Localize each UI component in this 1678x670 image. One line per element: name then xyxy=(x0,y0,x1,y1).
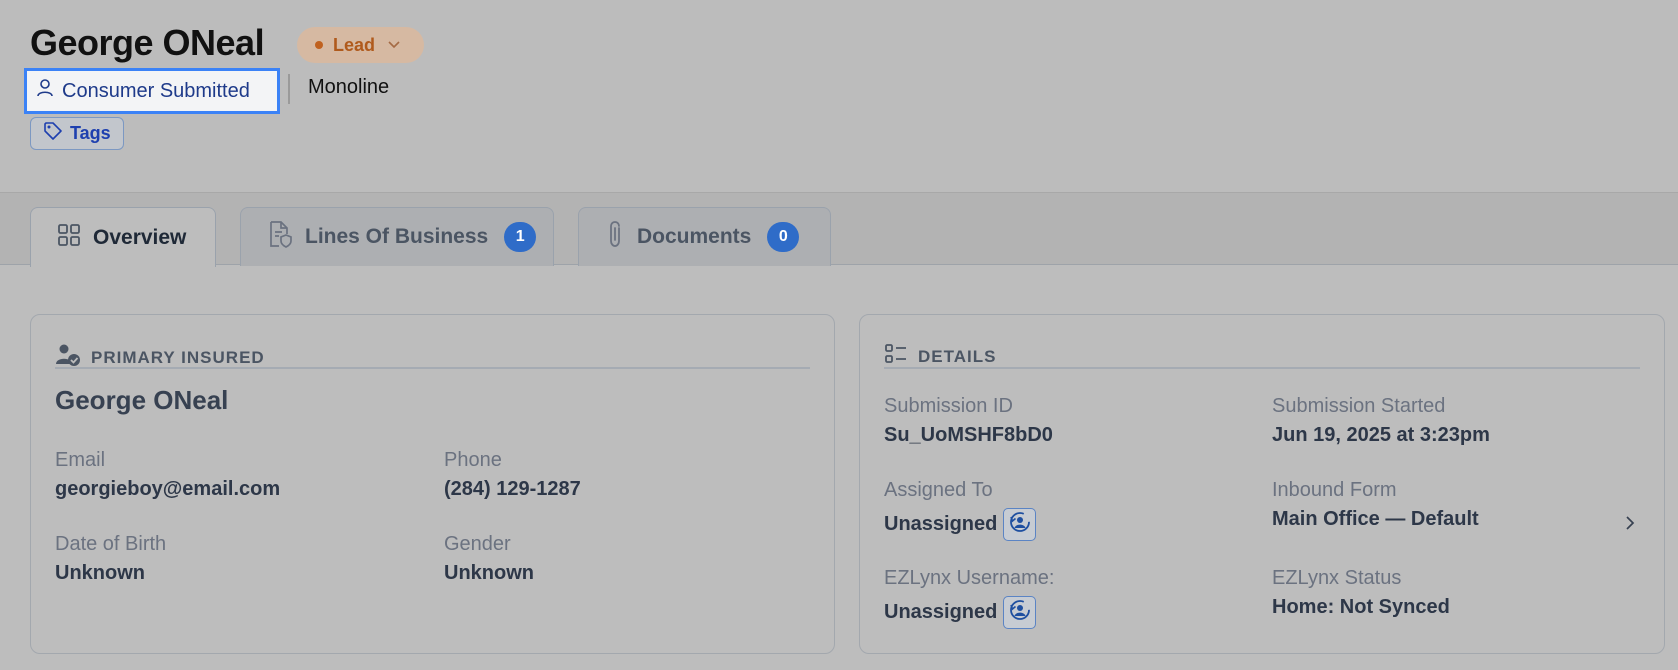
list-icon xyxy=(884,343,908,370)
field-label: Assigned To xyxy=(884,479,993,501)
field-label: Inbound Form xyxy=(1272,479,1397,501)
field-value: Unassigned xyxy=(884,513,998,535)
assign-button[interactable] xyxy=(1003,508,1037,541)
paperclip-icon xyxy=(605,220,625,254)
field-label: Gender xyxy=(444,533,511,555)
card-title: DETAILS xyxy=(918,346,997,366)
field-value: Unassigned xyxy=(884,601,998,623)
primary-insured-card: PRIMARY INSURED George ONeal Email georg… xyxy=(30,314,835,654)
status-dot xyxy=(315,41,323,49)
count-badge: 0 xyxy=(767,222,800,252)
count-badge: 1 xyxy=(504,222,537,252)
tab-label: Documents xyxy=(637,225,752,248)
tab-overview[interactable]: Overview xyxy=(30,207,216,267)
lob-type-label: Monoline xyxy=(308,76,390,98)
grid-icon xyxy=(57,223,81,253)
insured-name: George ONeal xyxy=(55,385,229,415)
tab-bar: Overview Lines Of Business 1 Documents 0 xyxy=(0,192,1678,267)
field-value: Unknown xyxy=(55,562,145,584)
inbound-form-field[interactable]: Inbound Form Main Office — Default xyxy=(1272,479,1479,531)
divider xyxy=(884,367,1640,369)
tags-label: Tags xyxy=(70,123,111,143)
refresh-user-icon xyxy=(1009,511,1031,539)
ezlynx-status-field: EZLynx Status Home: Not Synced xyxy=(1272,567,1450,619)
field-label: EZLynx Username: xyxy=(884,567,1055,589)
gender-field: Gender Unknown xyxy=(444,533,534,585)
status-dropdown[interactable]: Lead xyxy=(297,27,424,63)
field-label: EZLynx Status xyxy=(1272,567,1402,589)
dob-field: Date of Birth Unknown xyxy=(55,533,166,585)
field-label: Email xyxy=(55,449,106,471)
source-link[interactable]: Consumer Submitted xyxy=(24,68,280,114)
source-label: Consumer Submitted xyxy=(62,79,250,102)
field-value-row: Unassigned xyxy=(884,508,1037,541)
ezlynx-username-field: EZLynx Username: Unassigned xyxy=(884,567,1054,629)
refresh-user-icon xyxy=(1009,599,1031,627)
field-label: Phone xyxy=(444,449,502,471)
field-label: Submission ID xyxy=(884,395,1013,417)
tab-lines-of-business[interactable]: Lines Of Business 1 xyxy=(240,207,554,266)
status-label: Lead xyxy=(333,34,376,55)
tag-icon xyxy=(43,121,63,146)
phone-field: Phone (284) 129-1287 xyxy=(444,449,581,501)
page-header: George ONeal Lead Consumer Submitted Mon… xyxy=(0,0,1678,192)
submission-id-field: Submission ID Su_UoMSHF8bD0 xyxy=(884,395,1053,447)
field-value: Su_UoMSHF8bD0 xyxy=(884,424,1053,446)
field-value: (284) 129-1287 xyxy=(444,478,581,500)
field-value-row: Unassigned xyxy=(884,596,1054,629)
page-title: George ONeal xyxy=(30,22,265,63)
card-title: PRIMARY INSURED xyxy=(91,347,265,367)
tab-documents[interactable]: Documents 0 xyxy=(578,207,831,266)
assign-button[interactable] xyxy=(1003,596,1037,629)
tags-button[interactable]: Tags xyxy=(30,117,124,150)
user-icon xyxy=(36,78,54,104)
divider xyxy=(55,367,810,369)
field-label: Date of Birth xyxy=(55,533,167,555)
document-shield-icon xyxy=(267,220,293,254)
tab-label: Overview xyxy=(93,225,187,249)
card-heading: DETAILS xyxy=(884,343,996,370)
tab-label: Lines Of Business xyxy=(305,225,489,248)
submission-started-field: Submission Started Jun 19, 2025 at 3:23p… xyxy=(1272,395,1490,447)
divider xyxy=(288,74,290,104)
field-value: Jun 19, 2025 at 3:23pm xyxy=(1272,424,1490,446)
field-value: georgieboy@email.com xyxy=(55,478,281,500)
chevron-down-icon xyxy=(387,37,401,53)
field-value: Main Office — Default xyxy=(1272,508,1479,530)
field-label: Submission Started xyxy=(1272,395,1446,417)
field-value: Home: Not Synced xyxy=(1272,596,1450,618)
email-field: Email georgieboy@email.com xyxy=(55,449,280,501)
chevron-right-icon[interactable] xyxy=(1624,514,1636,537)
details-card: DETAILS Submission ID Su_UoMSHF8bD0 Subm… xyxy=(859,314,1665,654)
assigned-to-field: Assigned To Unassigned xyxy=(884,479,1037,541)
field-value: Unknown xyxy=(444,562,534,584)
